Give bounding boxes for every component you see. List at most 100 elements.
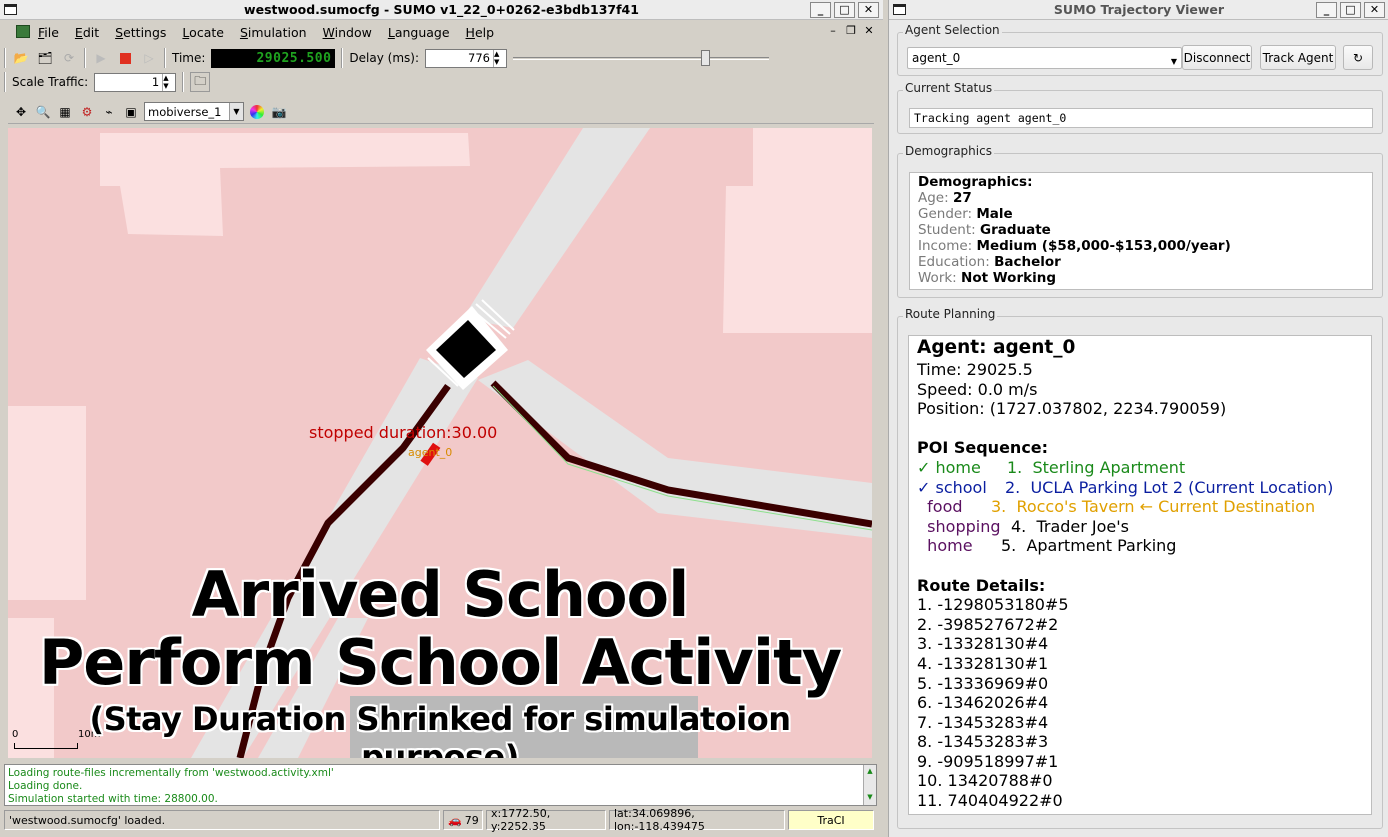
console-line: Simulation started with time: 28800.00. [8, 793, 218, 805]
route-details-heading: Route Details: [917, 575, 1046, 595]
track-agent-button[interactable]: Track Agent [1260, 45, 1336, 70]
route-detail-item: 9. -909518997#1 [917, 751, 1059, 771]
poi-item: food 3. Rocco's Tavern ← Current Destinat… [917, 497, 1371, 517]
demographics-group: Demographics Demographics: Age: 27 Gende… [897, 144, 1383, 298]
decals-icon[interactable]: ▣ [122, 103, 140, 121]
reload-disabled-icon[interactable]: ⟳ [60, 49, 78, 67]
viewer-titlebar: SUMO Trajectory Viewer _ □ ✕ [889, 0, 1388, 20]
demo-row-work: Work: Not Working [918, 270, 1056, 286]
status-message: 'westwood.sumocfg' loaded. [4, 810, 440, 830]
current-status-group: Current Status Tracking agent agent_0 [897, 81, 1383, 134]
scale-traffic-spinner[interactable]: 1 ▲ ▼ [94, 72, 177, 92]
delay-spinner[interactable]: 776 ▲ ▼ [425, 48, 507, 68]
reload-icon[interactable]: 🗂 [36, 49, 54, 67]
poi-location: 4. Trader Joe's [1011, 516, 1129, 536]
cursor-latlon: lat:34.069896, lon:-118.439475 [609, 807, 785, 833]
view-scheme-combo[interactable]: mobiverse_1 ▼ [144, 102, 244, 121]
route-time: Time: 29025.5 [917, 360, 1033, 379]
spin-up-icon[interactable]: ▲ [494, 50, 503, 58]
console-line: Loading route-files incrementally from '… [8, 767, 334, 779]
route-detail-item: 11. 740404922#0 [917, 791, 1063, 811]
step-icon[interactable]: ▷ [140, 49, 158, 67]
minimize-button[interactable]: _ [810, 2, 831, 18]
delay-value: 776 [468, 51, 490, 65]
console-scrollbar[interactable]: ▲ ▼ [863, 765, 876, 805]
route-detail-item: 8. -13453283#3 [917, 732, 1049, 752]
zoom-window-icon[interactable]: ▦ [56, 103, 74, 121]
edit-view-icon[interactable]: ⚙ [78, 103, 96, 121]
poi-activity: home [917, 536, 973, 556]
scale-toolbar: Scale Traffic: 1 ▲ ▼ 🗀 [4, 70, 879, 94]
close-button[interactable]: ✕ [1364, 2, 1385, 18]
menu-window[interactable]: Window [315, 25, 380, 40]
chevron-down-icon[interactable]: ▼ [229, 103, 243, 120]
route-planning-title: Route Planning [903, 307, 998, 321]
folder-icon[interactable]: 🗀 [190, 72, 211, 92]
menu-edit[interactable]: Edit [67, 25, 107, 40]
mdi-restore-button[interactable]: ❐ [845, 24, 857, 37]
breakpoint-icon[interactable]: ⌁ [100, 103, 118, 121]
delay-slider-thumb[interactable] [701, 50, 710, 66]
main-toolbar: 📂 🗂 ⟳ ▶ ▷ Time: 29025.500 Delay (ms): 77… [4, 46, 879, 70]
close-button[interactable]: ✕ [858, 2, 879, 18]
agent-select[interactable]: agent_0 ▼ [907, 47, 1182, 69]
color-wheel-icon[interactable] [248, 103, 266, 121]
cursor-xy: x:1772.50, y:2252.35 [486, 807, 606, 833]
route-planning-box[interactable]: Agent: agent_0 Time: 29025.5 Speed: 0.0 … [908, 335, 1372, 815]
poi-location: 3. Rocco's Tavern ← Current Destination [991, 497, 1316, 517]
sumo-window-title: westwood.sumocfg - SUMO v1_22_0+0262-e3b… [244, 2, 639, 17]
vehicle-count: 79 [464, 813, 479, 827]
route-agent-heading: Agent: agent_0 [917, 337, 1076, 358]
refresh-button[interactable]: ↻ [1343, 45, 1373, 70]
maximize-button[interactable]: □ [1340, 2, 1361, 18]
message-console[interactable]: Loading route-files incrementally from '… [4, 764, 877, 806]
menu-language[interactable]: Language [380, 25, 458, 40]
scale-traffic-value: 1 [151, 75, 160, 89]
disconnect-button[interactable]: Disconnect [1182, 45, 1252, 70]
demographics-title: Demographics [903, 144, 994, 158]
locate-icon[interactable]: 🔍 [34, 103, 52, 121]
delay-slider[interactable] [513, 49, 769, 67]
sumo-window: westwood.sumocfg - SUMO v1_22_0+0262-e3b… [0, 0, 883, 837]
building [100, 133, 470, 236]
minimize-button[interactable]: _ [1316, 2, 1337, 18]
delay-label: Delay (ms): [349, 51, 419, 65]
route-detail-item: 12. 610339129#0 ← Current [917, 811, 1371, 814]
scale-traffic-label: Scale Traffic: [12, 75, 89, 89]
maximize-button[interactable]: □ [834, 2, 855, 18]
spin-down-icon[interactable]: ▼ [163, 82, 172, 90]
viewer-window-title: SUMO Trajectory Viewer [1053, 2, 1225, 17]
screenshot-icon[interactable]: 📷 [270, 103, 288, 121]
menu-simulation[interactable]: Simulation [232, 25, 315, 40]
sumo-titlebar: westwood.sumocfg - SUMO v1_22_0+0262-e3b… [0, 0, 883, 20]
demographics-box: Demographics: Age: 27 Gender: Male Stude… [909, 172, 1373, 290]
poi-list: ✓ home 1. Sterling Apartment ✓ school 2. UC… [917, 458, 1371, 556]
menu-locate[interactable]: Locate [174, 25, 232, 40]
route-speed: Speed: 0.0 m/s [917, 379, 1038, 399]
poi-activity: ✓ school [917, 477, 987, 497]
demo-row-age: Age: 27 [918, 190, 972, 206]
chevron-down-icon[interactable]: ▼ [1171, 52, 1177, 72]
route-detail-item: 3. -13328130#4 [917, 634, 1049, 654]
current-status-title: Current Status [903, 81, 995, 95]
run-icon[interactable]: ▶ [92, 49, 110, 67]
stop-icon[interactable] [116, 49, 134, 67]
route-detail-item: 7. -13453283#4 [917, 712, 1049, 732]
open-folder-icon[interactable]: 📂 [12, 49, 30, 67]
spin-down-icon[interactable]: ▼ [494, 58, 503, 66]
demographics-heading: Demographics: [918, 174, 1033, 190]
vehicle-count-box: 🚗 79 [443, 810, 483, 830]
mdi-minimize-button[interactable]: – [827, 24, 839, 37]
mdi-close-button[interactable]: ✕ [863, 24, 875, 37]
route-detail-item: 10. 13420788#0 [917, 771, 1053, 791]
menu-file[interactable]: File [30, 25, 67, 40]
poi-location: 1. Sterling Apartment [1007, 457, 1186, 477]
map-view[interactable]: stopped duration:30.00 agent_0 0 10m Arr… [8, 128, 872, 758]
menu-settings[interactable]: Settings [107, 25, 174, 40]
poi-item: shopping 4. Trader Joe's [917, 517, 1371, 537]
menu-help[interactable]: Help [458, 25, 503, 40]
spin-up-icon[interactable]: ▲ [163, 74, 172, 82]
route-detail-item: 4. -13328130#1 [917, 653, 1049, 673]
agent-selection-group: Agent Selection agent_0 ▼ Disconnect Tra… [897, 23, 1383, 76]
recenter-icon[interactable]: ✥ [12, 103, 30, 121]
